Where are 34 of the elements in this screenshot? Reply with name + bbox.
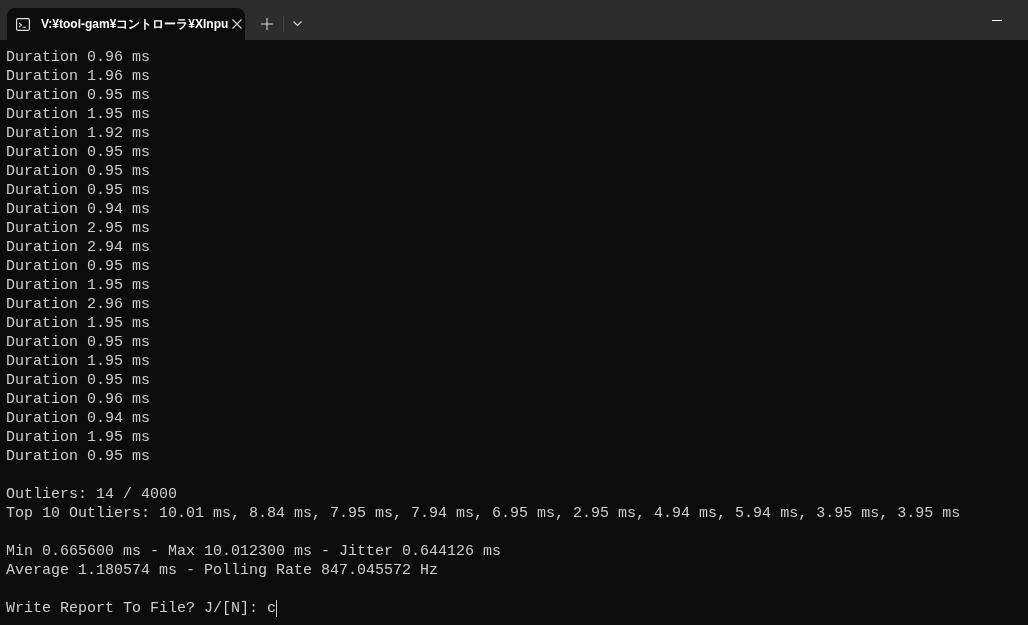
output-line: Duration 0.95 ms [6, 447, 151, 466]
output-line: Average 1.180574 ms - Polling Rate 847.045572 Hz [6, 561, 439, 580]
prompt-text: Write Report To File? J/[N]: [6, 599, 259, 618]
output-line: Duration 2.94 ms [6, 238, 151, 257]
output-line: Duration 1.96 ms [6, 67, 151, 86]
output-line: Min 0.665600 ms - Max 10.012300 ms - Jitter 0.644126 ms [6, 542, 502, 561]
output-line: Duration 0.96 ms [6, 48, 151, 67]
terminal-icon [16, 17, 30, 31]
chevron-down-icon[interactable] [293, 21, 302, 26]
output-line: Duration 0.95 ms [6, 86, 151, 105]
output-line: Duration 0.96 ms [6, 390, 151, 409]
output-line: Duration 0.95 ms [6, 333, 151, 352]
text-cursor [276, 600, 278, 617]
output-line: Duration 2.96 ms [6, 295, 151, 314]
output-line: Duration 0.95 ms [6, 162, 151, 181]
output-line: Duration 1.95 ms [6, 105, 151, 124]
output-line: Duration 0.94 ms [6, 409, 151, 428]
output-line: Duration 0.94 ms [6, 200, 151, 219]
terminal-tab[interactable]: V:¥tool-gam¥コントローラ¥XInpu [7, 8, 245, 40]
output-line: Duration 0.95 ms [6, 257, 151, 276]
output-line: Duration 2.95 ms [6, 219, 151, 238]
close-icon[interactable] [232, 19, 243, 29]
plus-icon[interactable] [261, 18, 273, 30]
output-line: Duration 0.95 ms [6, 181, 151, 200]
output-line: Duration 1.95 ms [6, 314, 151, 333]
output-line: Duration 1.92 ms [6, 124, 151, 143]
output-line: Duration 0.95 ms [6, 143, 151, 162]
typed-text: c [267, 599, 277, 618]
output-line: Duration 0.95 ms [6, 371, 151, 390]
output-line: Top 10 Outliers: 10.01 ms, 8.84 ms, 7.95 ms, 7.94 ms, 6.95 ms, 2.95 ms, 4.94 ms, 5.94 ms, 3.95 ms, 3.95 ms [6, 504, 961, 523]
output-line: Duration 1.95 ms [6, 276, 151, 295]
output-line: Duration 1.95 ms [6, 352, 151, 371]
output-line: Duration 1.95 ms [6, 428, 151, 447]
output-line: Outliers: 14 / 4000 [6, 485, 178, 504]
